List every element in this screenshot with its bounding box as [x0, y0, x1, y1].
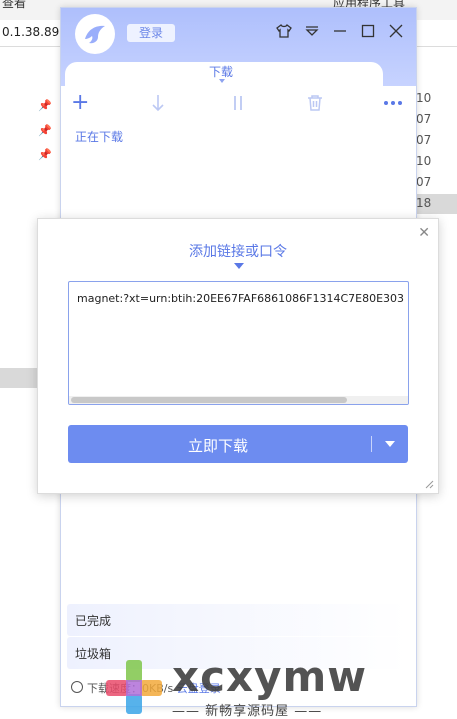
pin-icon: 📌	[38, 148, 52, 161]
tab-download[interactable]: 下载	[209, 63, 233, 80]
pause-icon[interactable]	[231, 94, 245, 117]
start-download-icon[interactable]	[151, 94, 165, 117]
delete-trash-icon[interactable]	[307, 94, 323, 117]
download-now-label: 立即下载	[187, 437, 248, 455]
link-textarea[interactable]: magnet:?xt=urn:btih:20EE67FAF6861086F131…	[68, 281, 409, 405]
window-controls	[276, 22, 404, 40]
watermark-logo	[106, 660, 162, 714]
file-date: 07	[416, 175, 432, 189]
minimize-icon[interactable]	[332, 22, 348, 40]
app-logo	[75, 14, 115, 54]
more-options-icon[interactable]	[383, 94, 403, 116]
nav-completed[interactable]: 已完成	[67, 604, 407, 636]
toolbar: +	[61, 90, 416, 118]
watermark-brand: xcxymw	[172, 652, 368, 701]
menu-view[interactable]: 查看	[2, 0, 26, 11]
tab-caret-icon	[219, 79, 225, 83]
link-value: magnet:?xt=urn:btih:20EE67FAF6861086F131…	[77, 292, 405, 305]
login-button[interactable]: 登录	[127, 24, 175, 42]
nav-downloading[interactable]: 正在下载	[75, 128, 123, 145]
file-date: 10	[416, 91, 432, 105]
watermark-subtitle: —— 新畅享源码屋 ——	[172, 704, 323, 719]
address-text: 0.1.38.890	[2, 25, 67, 39]
add-task-icon[interactable]: +	[71, 90, 89, 115]
resize-grip-icon[interactable]	[424, 479, 434, 489]
skin-shirt-icon[interactable]	[276, 22, 292, 40]
add-link-dialog: ✕ 添加链接或口令 magnet:?xt=urn:btih:20EE67FAF6…	[37, 218, 439, 494]
pin-icon: 📌	[38, 124, 52, 137]
pin-icon: 📌	[38, 99, 52, 112]
nav-completed-label: 已完成	[75, 614, 112, 628]
horizontal-scrollbar[interactable]	[69, 396, 408, 404]
dialog-title: 添加链接或口令	[189, 244, 287, 260]
file-date: 07	[416, 133, 432, 147]
dialog-caret-icon	[234, 263, 244, 269]
file-date: 10	[416, 154, 432, 168]
menu-dropdown-icon[interactable]	[304, 22, 320, 40]
file-date: 18	[416, 196, 432, 210]
tab-strip	[61, 56, 416, 92]
download-now-button[interactable]: 立即下载	[68, 425, 408, 463]
clock-icon	[71, 681, 83, 693]
file-date: 07	[416, 112, 432, 126]
chevron-down-icon[interactable]	[385, 441, 395, 447]
app-header: 登录 下载	[61, 8, 416, 92]
maximize-icon[interactable]	[360, 22, 376, 40]
button-separator	[371, 436, 372, 452]
dialog-close-icon[interactable]: ✕	[418, 225, 430, 241]
bird-logo-icon	[85, 25, 105, 44]
close-icon[interactable]	[388, 22, 404, 40]
scrollbar-thumb[interactable]	[71, 397, 347, 403]
